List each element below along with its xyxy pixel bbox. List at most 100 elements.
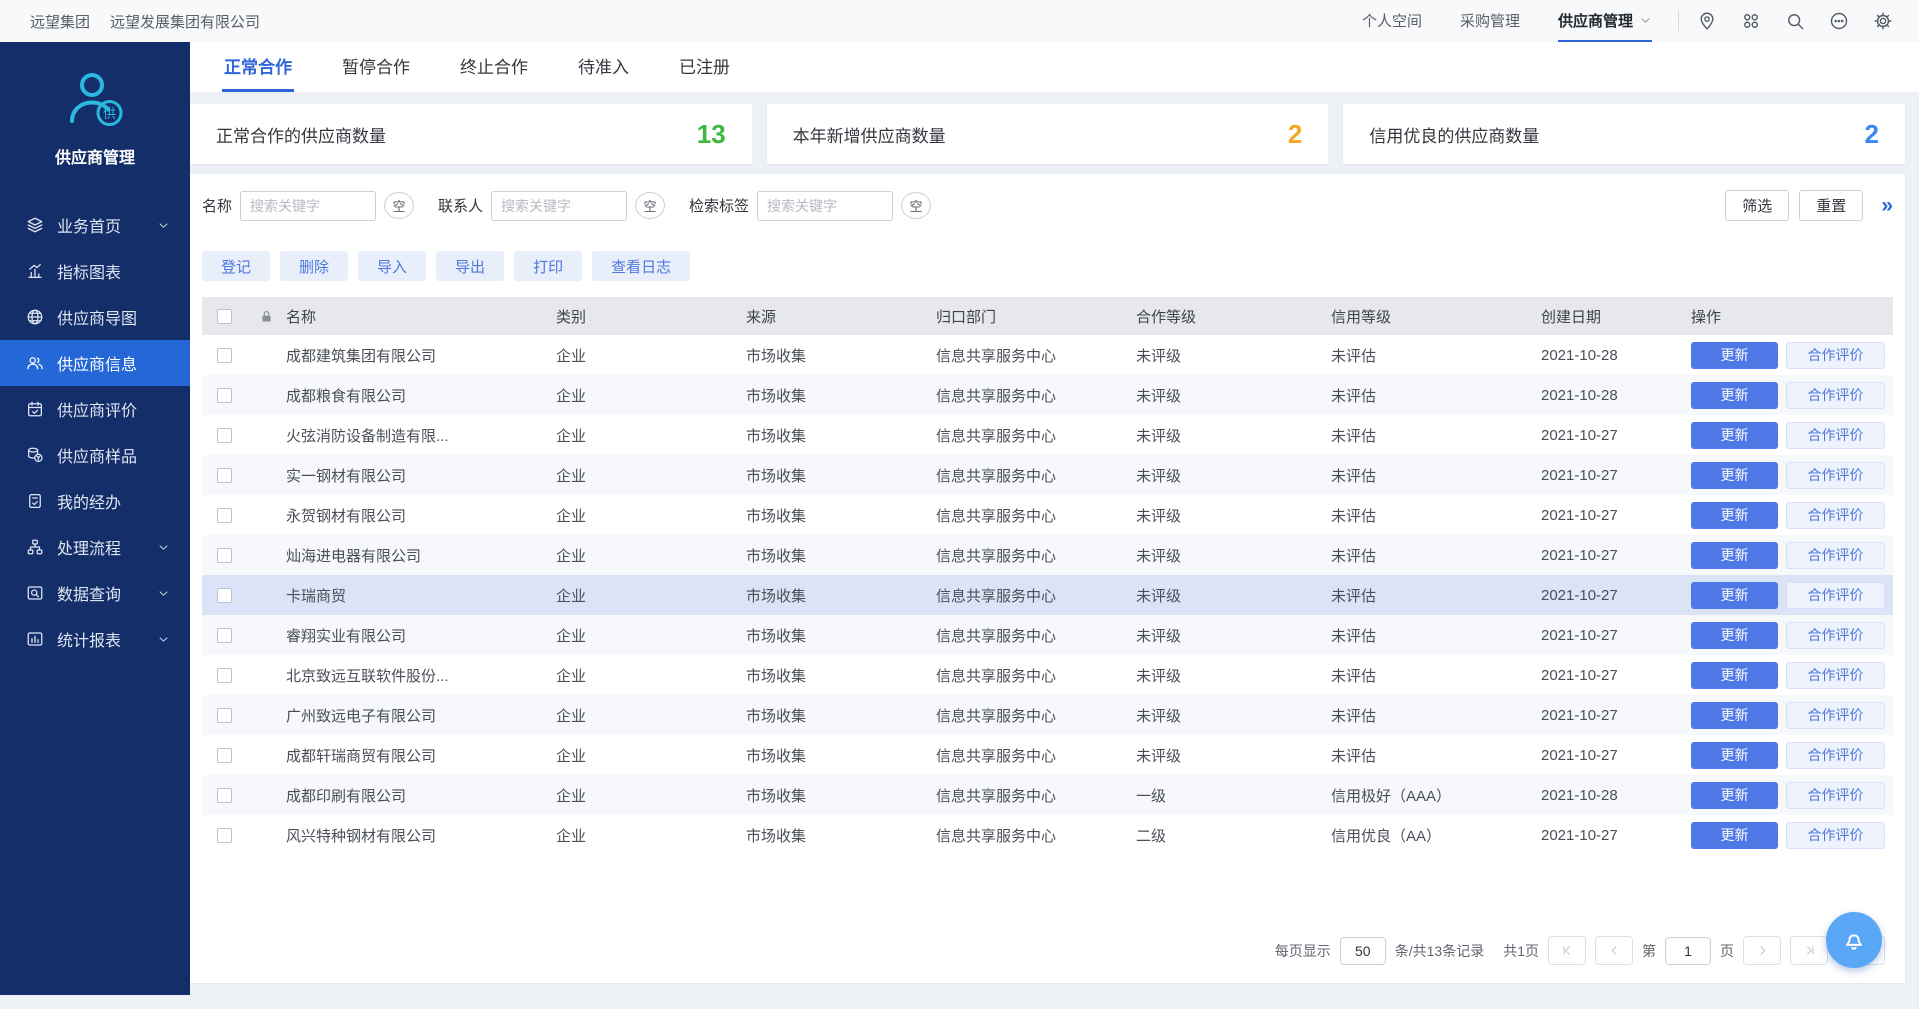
tab[interactable]: 终止合作 bbox=[458, 42, 530, 92]
apps-grid-icon[interactable] bbox=[1741, 11, 1761, 31]
topnav-item[interactable]: 供应商管理 bbox=[1558, 0, 1652, 42]
evaluate-button[interactable]: 合作评价 bbox=[1786, 462, 1885, 489]
update-button[interactable]: 更新 bbox=[1691, 542, 1778, 569]
update-button[interactable]: 更新 bbox=[1691, 662, 1778, 689]
evaluate-button[interactable]: 合作评价 bbox=[1786, 382, 1885, 409]
evaluate-button[interactable]: 合作评价 bbox=[1786, 342, 1885, 369]
first-page-button[interactable] bbox=[1548, 936, 1586, 965]
tab[interactable]: 正常合作 bbox=[222, 42, 294, 92]
update-button[interactable]: 更新 bbox=[1691, 622, 1778, 649]
sidebar-item[interactable]: 供应商导图 bbox=[0, 294, 190, 340]
notification-bell-button[interactable] bbox=[1826, 912, 1882, 968]
row-checkbox[interactable] bbox=[217, 348, 232, 363]
supplier-name: 北京致远互联软件股份... bbox=[286, 665, 556, 686]
evaluate-button[interactable]: 合作评价 bbox=[1786, 742, 1885, 769]
row-checkbox[interactable] bbox=[217, 388, 232, 403]
filter-input[interactable] bbox=[757, 191, 893, 221]
page-number-input[interactable] bbox=[1665, 937, 1711, 965]
topnav-item[interactable]: 个人空间 bbox=[1362, 0, 1422, 42]
evaluate-button[interactable]: 合作评价 bbox=[1786, 622, 1885, 649]
next-page-button[interactable] bbox=[1743, 936, 1781, 965]
update-button[interactable]: 更新 bbox=[1691, 822, 1778, 849]
created-date: 2021-10-27 bbox=[1541, 827, 1691, 844]
topnav-item[interactable]: 采购管理 bbox=[1460, 0, 1520, 42]
last-page-button[interactable] bbox=[1790, 936, 1828, 965]
reset-button[interactable]: 重置 bbox=[1799, 190, 1863, 221]
expand-filters-icon[interactable]: » bbox=[1881, 195, 1893, 216]
update-button[interactable]: 更新 bbox=[1691, 582, 1778, 609]
row-checkbox[interactable] bbox=[217, 468, 232, 483]
sidebar-item[interactable]: 供应商样品 bbox=[0, 432, 190, 478]
evaluate-button[interactable]: 合作评价 bbox=[1786, 662, 1885, 689]
evaluate-button[interactable]: 合作评价 bbox=[1786, 422, 1885, 449]
gear-icon[interactable] bbox=[1873, 11, 1893, 31]
evaluate-button[interactable]: 合作评价 bbox=[1786, 542, 1885, 569]
clear-empty-button[interactable]: 空 bbox=[901, 192, 931, 219]
location-pin-icon[interactable] bbox=[1697, 11, 1717, 31]
chevron-down-icon bbox=[157, 219, 170, 232]
row-checkbox[interactable] bbox=[217, 748, 232, 763]
evaluate-button[interactable]: 合作评价 bbox=[1786, 782, 1885, 809]
select-all-checkbox[interactable] bbox=[217, 309, 232, 324]
coop-level: 未评级 bbox=[1136, 625, 1331, 646]
content-panel: 名称空联系人空检索标签空 筛选 重置 » 登记删除导入导出打印查看日志 名称类别… bbox=[190, 174, 1905, 983]
tab[interactable]: 已注册 bbox=[677, 42, 732, 92]
sidebar-item[interactable]: 数据查询 bbox=[0, 570, 190, 616]
supplier-name: 火弦消防设备制造有限... bbox=[286, 425, 556, 446]
sidebar-item[interactable]: 业务首页 bbox=[0, 202, 190, 248]
evaluate-button[interactable]: 合作评价 bbox=[1786, 582, 1885, 609]
evaluate-button[interactable]: 合作评价 bbox=[1786, 702, 1885, 729]
sidebar-item[interactable]: 供应商信息 bbox=[0, 340, 190, 386]
sidebar-item[interactable]: 我的经办 bbox=[0, 478, 190, 524]
filter-input[interactable] bbox=[491, 191, 627, 221]
users-icon bbox=[26, 354, 44, 372]
evaluate-button[interactable]: 合作评价 bbox=[1786, 822, 1885, 849]
message-icon[interactable] bbox=[1829, 11, 1849, 31]
clear-empty-button[interactable]: 空 bbox=[635, 192, 665, 219]
table-row: 成都建筑集团有限公司企业市场收集信息共享服务中心未评级未评估2021-10-28… bbox=[202, 335, 1893, 375]
globe-icon bbox=[26, 308, 44, 326]
supplier-category: 企业 bbox=[556, 385, 746, 406]
update-button[interactable]: 更新 bbox=[1691, 782, 1778, 809]
sidebar-item[interactable]: 指标图表 bbox=[0, 248, 190, 294]
supplier-dept: 信息共享服务中心 bbox=[936, 785, 1136, 806]
update-button[interactable]: 更新 bbox=[1691, 342, 1778, 369]
row-checkbox[interactable] bbox=[217, 788, 232, 803]
toolbar-button[interactable]: 登记 bbox=[202, 251, 270, 281]
prev-page-button[interactable] bbox=[1595, 936, 1633, 965]
per-page-input[interactable] bbox=[1340, 937, 1386, 965]
update-button[interactable]: 更新 bbox=[1691, 702, 1778, 729]
tabbar: 正常合作暂停合作终止合作待准入已注册 bbox=[190, 42, 1919, 92]
row-checkbox[interactable] bbox=[217, 668, 232, 683]
tab[interactable]: 待准入 bbox=[576, 42, 631, 92]
update-button[interactable]: 更新 bbox=[1691, 462, 1778, 489]
row-checkbox[interactable] bbox=[217, 628, 232, 643]
sidebar-item[interactable]: 处理流程 bbox=[0, 524, 190, 570]
search-icon[interactable] bbox=[1785, 11, 1805, 31]
filter-input[interactable] bbox=[240, 191, 376, 221]
toolbar-button[interactable]: 导入 bbox=[358, 251, 426, 281]
row-checkbox[interactable] bbox=[217, 708, 232, 723]
toolbar-button[interactable]: 导出 bbox=[436, 251, 504, 281]
toolbar-button[interactable]: 删除 bbox=[280, 251, 348, 281]
toolbar-button[interactable]: 打印 bbox=[514, 251, 582, 281]
sidebar-item[interactable]: 供应商评价 bbox=[0, 386, 190, 432]
clear-empty-button[interactable]: 空 bbox=[384, 192, 414, 219]
supplier-category: 企业 bbox=[556, 425, 746, 446]
tab[interactable]: 暂停合作 bbox=[340, 42, 412, 92]
update-button[interactable]: 更新 bbox=[1691, 502, 1778, 529]
row-checkbox[interactable] bbox=[217, 428, 232, 443]
update-button[interactable]: 更新 bbox=[1691, 382, 1778, 409]
row-checkbox[interactable] bbox=[217, 548, 232, 563]
supplier-name: 灿海进电器有限公司 bbox=[286, 545, 556, 566]
evaluate-button[interactable]: 合作评价 bbox=[1786, 502, 1885, 529]
sidebar-item[interactable]: 统计报表 bbox=[0, 616, 190, 662]
row-checkbox[interactable] bbox=[217, 588, 232, 603]
update-button[interactable]: 更新 bbox=[1691, 742, 1778, 769]
update-button[interactable]: 更新 bbox=[1691, 422, 1778, 449]
filter-button[interactable]: 筛选 bbox=[1725, 190, 1789, 221]
toolbar-button[interactable]: 查看日志 bbox=[592, 251, 690, 281]
row-checkbox[interactable] bbox=[217, 828, 232, 843]
page-first-icon bbox=[1560, 943, 1575, 958]
row-checkbox[interactable] bbox=[217, 508, 232, 523]
